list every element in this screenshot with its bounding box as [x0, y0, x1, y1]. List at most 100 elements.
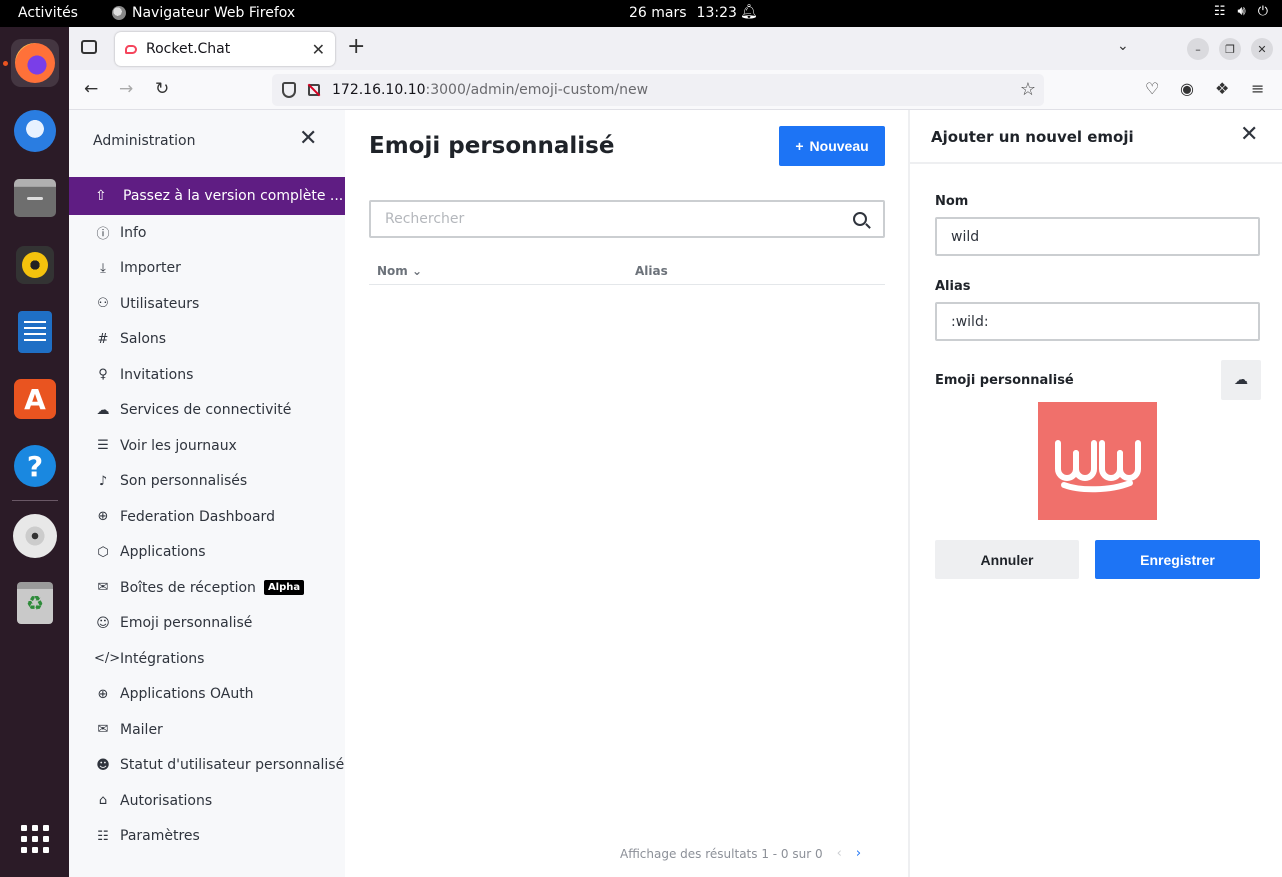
dock-writer[interactable]: [11, 308, 59, 356]
sidebar-item-connectivity[interactable]: ☁ Services de connectivité: [69, 393, 345, 429]
custom-emoji-label: Emoji personnalisé: [935, 373, 1074, 388]
sidebar-item-logs[interactable]: ☰ Voir les journaux: [69, 428, 345, 464]
document-icon: ☰: [97, 438, 109, 454]
sidebar-item-label: Info: [120, 224, 147, 241]
account-icon[interactable]: ◉: [1180, 79, 1194, 98]
sort-icon: ⌄: [411, 264, 423, 278]
forward-icon[interactable]: →: [119, 79, 133, 99]
date: 26 mars: [629, 5, 687, 21]
back-icon[interactable]: ←: [84, 79, 98, 99]
cube-icon: ⬡: [97, 544, 109, 560]
upload-button[interactable]: ☁: [1221, 360, 1261, 400]
globe-icon: ⊕: [97, 509, 109, 525]
upgrade-banner[interactable]: ⇧ Passez à la version complète ...: [69, 177, 345, 215]
page-title: Emoji personnalisé: [369, 133, 615, 159]
dock-files[interactable]: [11, 174, 59, 222]
new-emoji-button[interactable]: + Nouveau: [779, 126, 885, 166]
name-label: Nom: [935, 194, 969, 209]
sound-icon: ♪: [98, 473, 108, 489]
sidebar-item-oauth[interactable]: ⊕ Applications OAuth: [69, 677, 345, 713]
sidebar-item-settings[interactable]: ☷ Paramètres: [69, 819, 345, 855]
main-content: Emoji personnalisé + Nouveau Nom ⌄ Alias…: [345, 110, 908, 877]
sidebar-item-user-status[interactable]: ☻ Statut d'utilisateur personnalisé: [69, 748, 345, 784]
sidebar-item-info[interactable]: ⓘ Info: [69, 215, 345, 251]
pocket-icon[interactable]: ♡: [1145, 79, 1159, 98]
minimize-icon[interactable]: –: [1187, 38, 1209, 60]
info-icon: ⓘ: [96, 227, 110, 243]
sidebar-item-label: Federation Dashboard: [120, 508, 275, 525]
extensions-icon[interactable]: ❖: [1215, 79, 1229, 98]
mail-icon: ✉: [97, 722, 109, 738]
sidebar-item-sounds[interactable]: ♪ Son personnalisés: [69, 464, 345, 500]
system-tray[interactable]: ☷ 🔊︎ ⏻: [1214, 4, 1268, 19]
lock-icon: ⌂: [98, 793, 108, 809]
sidebar-item-inboxes[interactable]: ✉ Boîtes de réception Alpha: [69, 570, 345, 606]
insecure-lock-icon[interactable]: [308, 84, 320, 96]
sidebar-item-permissions[interactable]: ⌂ Autorisations: [69, 783, 345, 819]
sidebar-item-users[interactable]: ⚇ Utilisateurs: [69, 286, 345, 322]
browser-tab[interactable]: Rocket.Chat ✕: [115, 32, 335, 66]
sidebar-item-rooms[interactable]: # Salons: [69, 322, 345, 358]
sidebar-item-federation[interactable]: ⊕ Federation Dashboard: [69, 499, 345, 535]
column-alias-header[interactable]: Alias: [635, 264, 668, 278]
sidebar-item-label: Utilisateurs: [120, 295, 200, 312]
cloud-upload-icon: ☁: [1234, 372, 1248, 388]
sidebar-item-label: Services de connectivité: [120, 402, 292, 419]
admin-sidebar: Administration ✕ ⇧ Passez à la version c…: [69, 110, 345, 877]
close-window-icon[interactable]: ✕: [1251, 38, 1273, 60]
app-menu[interactable]: Navigateur Web Firefox: [112, 5, 295, 21]
dock-show-apps[interactable]: [11, 815, 59, 863]
column-name-header[interactable]: Nom ⌄: [377, 264, 422, 278]
arrow-up-icon: ⇧: [95, 188, 107, 204]
user-icon: ☻: [96, 757, 110, 773]
chevron-left-icon[interactable]: ‹: [837, 846, 842, 861]
menu-icon[interactable]: ≡: [1251, 79, 1264, 98]
dock-trash[interactable]: ♻: [11, 579, 59, 627]
dock-disc[interactable]: [11, 512, 59, 560]
emoji-preview: [1038, 402, 1157, 520]
running-indicator: [3, 61, 8, 66]
dock-help[interactable]: ?: [11, 442, 59, 490]
restore-icon[interactable]: ❐: [1219, 38, 1241, 60]
sidebar-item-apps[interactable]: ⬡ Applications: [69, 535, 345, 571]
alias-label: Alias: [935, 279, 971, 294]
list-all-tabs-icon[interactable]: [81, 40, 97, 54]
sidebar-item-integrations[interactable]: </> Intégrations: [69, 641, 345, 677]
alias-field[interactable]: [951, 313, 1241, 330]
close-tab-icon[interactable]: ✕: [312, 40, 325, 59]
system-top-bar: Activités Navigateur Web Firefox 26 mars…: [0, 0, 1282, 27]
dock-separator: [12, 500, 58, 501]
url-bar[interactable]: 172.16.10.10:3000/admin/emoji-custom/new…: [272, 74, 1044, 106]
chevron-right-icon[interactable]: ›: [856, 846, 861, 861]
reload-icon[interactable]: ↻: [155, 79, 169, 99]
dock-app-center[interactable]: A: [11, 375, 59, 423]
volume-icon: 🔊︎: [1237, 4, 1246, 19]
dock-firefox[interactable]: [11, 39, 59, 87]
sidebar-item-label: Paramètres: [120, 828, 200, 845]
sliders-icon: ☷: [97, 828, 109, 844]
hashtag-icon: #: [97, 331, 109, 347]
bookmark-star-icon[interactable]: ☆: [1020, 79, 1036, 100]
sidebar-item-invites[interactable]: ♀ Invitations: [69, 357, 345, 393]
sidebar-item-label: Applications OAuth: [120, 686, 254, 703]
sidebar-item-mailer[interactable]: ✉ Mailer: [69, 712, 345, 748]
close-icon[interactable]: ✕: [299, 128, 317, 150]
close-icon[interactable]: ✕: [1240, 124, 1258, 146]
firefox-icon: [112, 6, 126, 20]
search-input[interactable]: [385, 211, 853, 227]
save-button[interactable]: Enregistrer: [1095, 540, 1260, 579]
activities-button[interactable]: Activités: [18, 5, 78, 21]
clock[interactable]: 26 mars 13:23: [629, 5, 737, 21]
cancel-button[interactable]: Annuler: [935, 540, 1079, 579]
url-host: 172.16.10.10: [332, 82, 426, 98]
name-field[interactable]: [951, 228, 1241, 245]
sidebar-item-emoji[interactable]: ☺ Emoji personnalisé: [69, 606, 345, 642]
dock-rhythmbox[interactable]: [11, 241, 59, 289]
panel-title: Ajouter un nouvel emoji: [931, 128, 1134, 146]
chevron-down-icon[interactable]: ⌄: [1117, 38, 1129, 54]
new-tab-icon[interactable]: +: [347, 36, 365, 58]
add-emoji-panel: Ajouter un nouvel emoji ✕ Nom Alias Emoj…: [908, 110, 1282, 877]
mail-icon: ✉: [97, 580, 109, 596]
dock-thunderbird[interactable]: [11, 107, 59, 155]
sidebar-item-import[interactable]: ⤓ Importer: [69, 251, 345, 287]
